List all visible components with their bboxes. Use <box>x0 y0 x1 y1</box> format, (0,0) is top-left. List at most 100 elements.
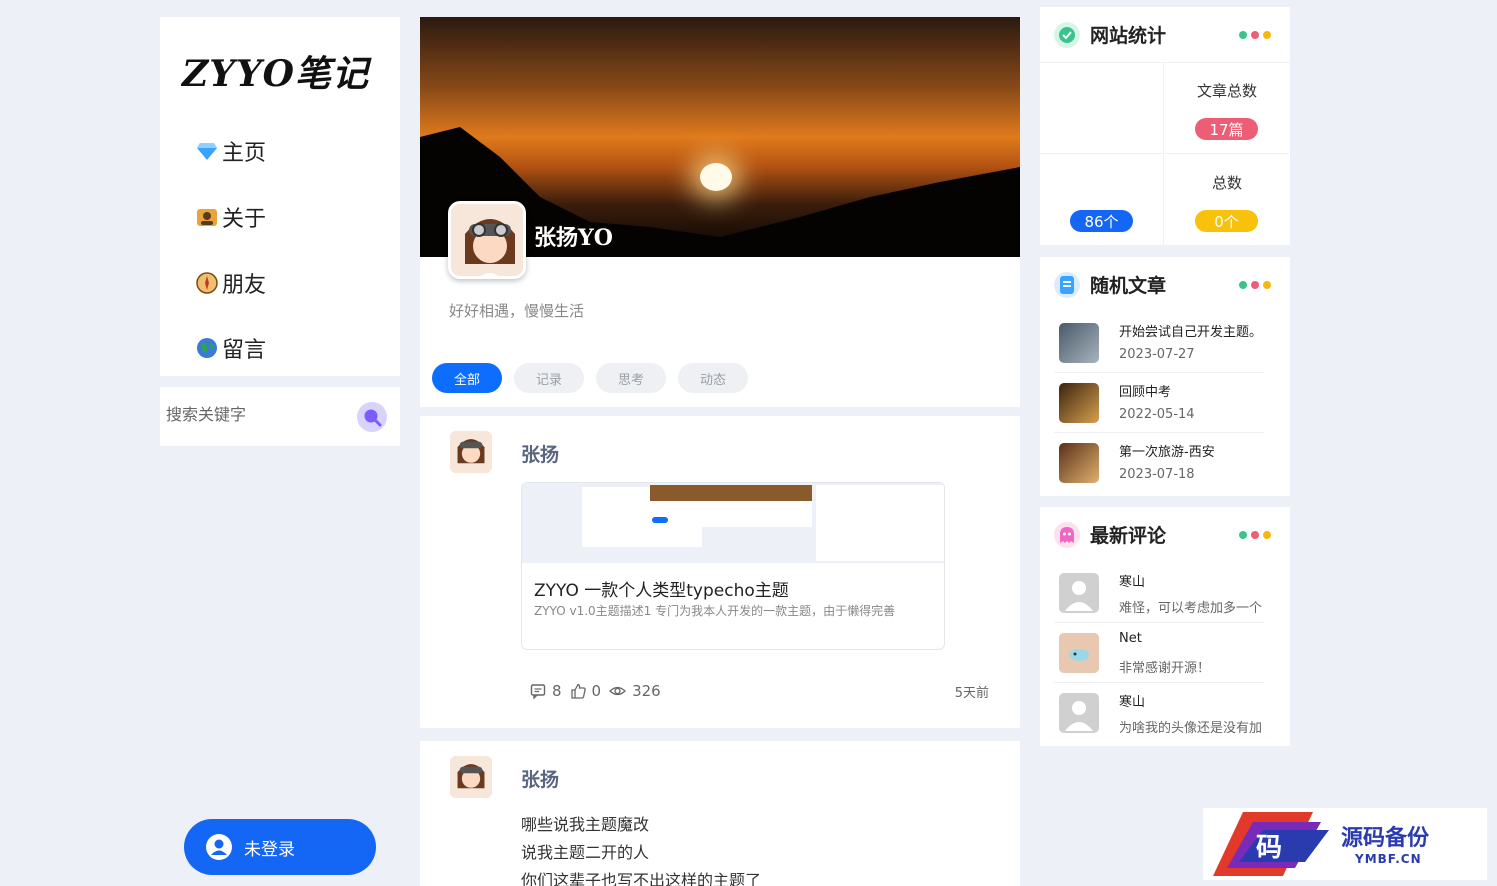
widget-header: 网站统计 <box>1054 21 1166 48</box>
link-thumbnail <box>522 483 944 563</box>
sidebar: ZYYO笔记 主页 关于 朋友 留言 <box>160 17 400 376</box>
commenter-avatar <box>1059 633 1099 673</box>
thumbs-up-icon <box>570 683 586 699</box>
comment-icon <box>530 684 546 699</box>
commenter-name: 寒山 <box>1119 575 1146 590</box>
dot-green <box>1239 281 1247 289</box>
stat-cell: 86个 <box>1040 155 1164 246</box>
stat-value: 0个 <box>1195 210 1258 232</box>
author-avatar[interactable] <box>450 431 492 473</box>
profile-card: 张扬YO 好好相遇，慢慢生活 全部 记录 思考 动态 <box>420 17 1020 407</box>
window-dots <box>1239 31 1271 39</box>
comment-item[interactable]: 寒山 难怪，可以考虑加多一个 <box>1054 563 1264 623</box>
stat-cell: 总数 0个 <box>1165 155 1289 246</box>
comment-count[interactable]: 8 <box>530 682 562 700</box>
search-icon <box>364 409 382 427</box>
document-icon <box>1054 271 1080 298</box>
nav-label: 主页 <box>222 141 267 166</box>
watermark-sub: YMBF.CN <box>1355 852 1422 866</box>
watermark-emblem: 码 <box>1213 812 1329 876</box>
comment-text: 难怪，可以考虑加多一个 <box>1119 601 1263 616</box>
dot-red <box>1251 281 1259 289</box>
search-button[interactable] <box>357 402 387 432</box>
stat-label: 文章总数 <box>1196 82 1257 100</box>
nav-label: 关于 <box>222 207 267 232</box>
widget-title: 最新评论 <box>1090 525 1167 547</box>
profile-name: 张扬YO <box>534 225 613 251</box>
watermark-title: 源码备份 <box>1341 825 1430 851</box>
dot-yellow <box>1263 281 1271 289</box>
link-description: ZYYO v1.0主题描述1 专门为我本人开发的一款主题，由于懒得完善 <box>534 604 896 618</box>
nav-item-friends[interactable]: 朋友 <box>196 267 266 299</box>
globe-icon <box>196 337 218 359</box>
random-post-item[interactable]: 第一次旅游-西安 2023-07-18 <box>1054 433 1264 493</box>
dot-green <box>1239 531 1247 539</box>
ghost-icon <box>1054 521 1080 548</box>
author-avatar[interactable] <box>450 756 492 798</box>
nav-item-home[interactable]: 主页 <box>196 135 266 167</box>
link-preview-card[interactable]: ZYYO 一款个人类型typecho主题 ZYYO v1.0主题描述1 专门为我… <box>521 482 945 650</box>
tab-thoughts[interactable]: 思考 <box>596 363 666 393</box>
comment-text: 为啥我的头像还是没有加 <box>1119 721 1263 736</box>
random-post-date: 2023-07-18 <box>1119 467 1195 482</box>
login-label: 未登录 <box>244 839 295 860</box>
comment-text: 非常感谢开源！ <box>1119 661 1211 676</box>
watermark-glyph: 码 <box>1256 833 1282 863</box>
random-post-title: 回顾中考 <box>1119 385 1172 400</box>
nav-item-guestbook[interactable]: 留言 <box>196 332 266 364</box>
post-thumbnail <box>1059 323 1099 363</box>
gem-icon <box>196 140 218 162</box>
compass-icon <box>196 272 218 294</box>
like-count[interactable]: 0 <box>570 682 602 700</box>
site-logo[interactable]: ZYYO笔记 <box>182 45 369 97</box>
stat-cell-posts: 文章总数 17篇 <box>1165 63 1289 154</box>
stat-cell <box>1040 63 1164 154</box>
comment-item[interactable]: Net 非常感谢开源！ <box>1054 623 1264 683</box>
commenter-name: 寒山 <box>1119 695 1146 710</box>
post-time: 5天前 <box>954 686 989 701</box>
post-stats: 8 0 326 <box>530 682 661 700</box>
random-post-title: 第一次旅游-西安 <box>1119 445 1215 460</box>
post-text-line: 说我主题二开的人 <box>521 843 650 862</box>
random-post-date: 2022-05-14 <box>1119 407 1195 422</box>
commenter-avatar <box>1059 573 1099 613</box>
post-card: 张扬 哪些说我主题魔改 说我主题二开的人 你们这辈子也写不出这样的主题了 <box>420 741 1020 886</box>
like-count-value: 0 <box>591 682 602 700</box>
post-card: 张扬 ZYYO 一款个人类型typecho主题 ZYYO v1.0主题描述1 专… <box>420 416 1020 728</box>
stat-label: 总数 <box>1211 174 1242 192</box>
search-box <box>160 387 400 446</box>
post-author[interactable]: 张扬 <box>521 440 559 467</box>
random-posts-widget: 随机文章 开始尝试自己开发主题。 2023-07-27 回顾中考 2022-05… <box>1040 257 1290 496</box>
random-post-title: 开始尝试自己开发主题。 <box>1119 325 1263 340</box>
comment-count-value: 8 <box>552 682 562 700</box>
commenter-name: Net <box>1119 631 1142 646</box>
widget-header: 最新评论 <box>1054 521 1166 548</box>
widget-title: 随机文章 <box>1090 275 1167 297</box>
nav-item-about[interactable]: 关于 <box>196 201 266 233</box>
post-thumbnail <box>1059 383 1099 423</box>
dot-yellow <box>1263 531 1271 539</box>
tab-updates[interactable]: 动态 <box>678 363 748 393</box>
search-input[interactable] <box>166 405 346 424</box>
stat-value: 86个 <box>1070 210 1133 232</box>
check-badge-icon <box>1054 21 1080 48</box>
nav-label: 留言 <box>222 338 267 363</box>
tab-all[interactable]: 全部 <box>432 363 502 393</box>
eye-icon <box>609 686 627 696</box>
window-dots <box>1239 531 1271 539</box>
comment-item[interactable]: 寒山 为啥我的头像还是没有加 <box>1054 683 1264 743</box>
stat-value: 17篇 <box>1195 118 1258 140</box>
widget-title: 网站统计 <box>1090 25 1167 47</box>
random-post-item[interactable]: 回顾中考 2022-05-14 <box>1054 373 1264 433</box>
tab-records[interactable]: 记录 <box>514 363 584 393</box>
post-text-line: 你们这辈子也写不出这样的主题了 <box>521 871 762 886</box>
profile-avatar[interactable] <box>448 201 526 279</box>
link-title: ZYYO 一款个人类型typecho主题 <box>534 581 789 601</box>
random-post-item[interactable]: 开始尝试自己开发主题。 2023-07-27 <box>1054 313 1264 373</box>
dot-green <box>1239 31 1247 39</box>
login-button[interactable]: 未登录 <box>184 819 376 875</box>
random-post-date: 2023-07-27 <box>1119 347 1195 362</box>
post-author[interactable]: 张扬 <box>521 765 559 792</box>
latest-comments-widget: 最新评论 寒山 难怪，可以考虑加多一个 Net 非常感谢开源！ 寒山 为啥我的头… <box>1040 507 1290 746</box>
profile-bio: 好好相遇，慢慢生活 <box>449 302 585 320</box>
